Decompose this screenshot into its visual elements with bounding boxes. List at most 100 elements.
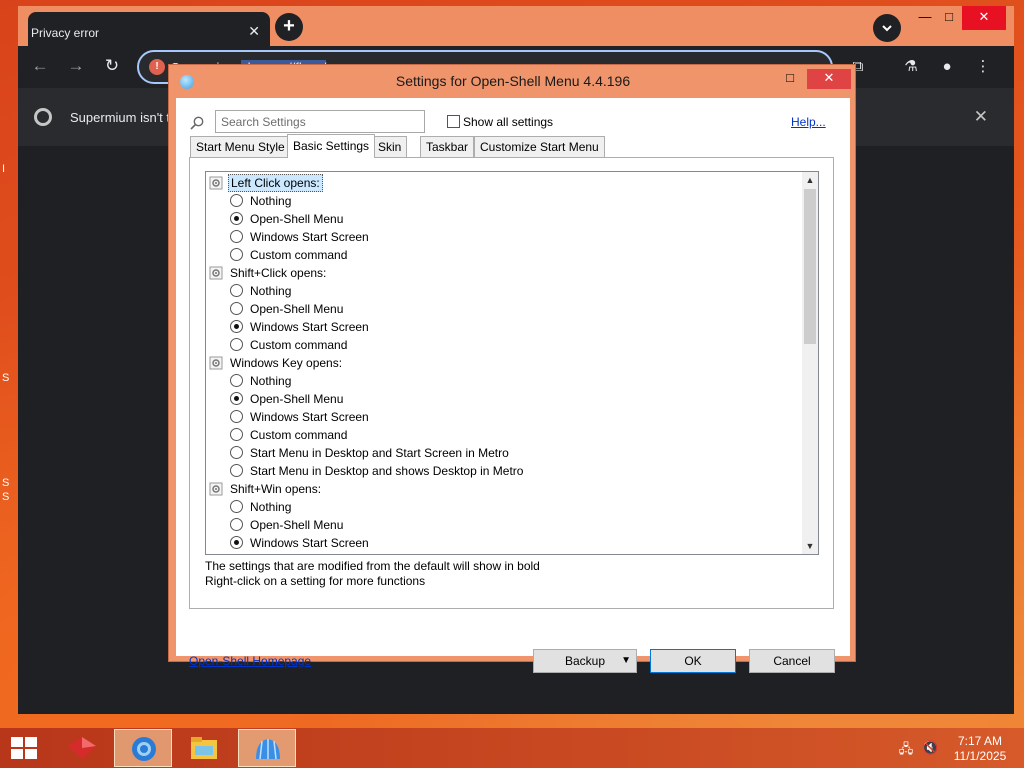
radio-button[interactable] [230, 212, 243, 225]
settings-option[interactable]: Nothing [206, 372, 802, 390]
tab-skin[interactable]: Skin [372, 136, 408, 157]
settings-group-label: Shift+Click opens: [230, 266, 327, 280]
dialog-maximize-button[interactable]: □ [775, 69, 805, 89]
backup-button[interactable]: Backup ▼ [533, 649, 637, 673]
taskbar-app-open-shell[interactable] [238, 729, 296, 767]
volume-muted-icon[interactable]: 🔇 [922, 740, 938, 756]
tab-close-icon[interactable]: ✕ [248, 23, 260, 40]
desktop-icon-label-fragment: I [2, 163, 6, 175]
radio-button[interactable] [230, 392, 243, 405]
settings-tree-list: Left Click opens: Nothing Open-Shell Menu W… [206, 172, 802, 554]
radio-button[interactable] [230, 500, 243, 513]
settings-gear-icon [209, 266, 223, 280]
radio-button[interactable] [230, 302, 243, 315]
tab-title: Privacy error [31, 26, 100, 40]
settings-option[interactable]: Windows Start Screen [206, 534, 802, 552]
search-settings-input[interactable] [215, 110, 425, 133]
open-shell-homepage-link[interactable]: Open-Shell Homepage [189, 654, 311, 668]
settings-group[interactable]: Left Click opens: [206, 174, 802, 192]
settings-group[interactable]: Shift+Win opens: [206, 480, 802, 498]
windows-start-icon[interactable] [10, 736, 38, 760]
scroll-up-icon[interactable]: ▲ [802, 172, 818, 188]
settings-option[interactable]: Nothing [206, 192, 802, 210]
tab-search-button[interactable] [873, 14, 901, 42]
settings-gear-icon [209, 176, 223, 190]
network-icon[interactable]: 🖧 [898, 740, 914, 756]
settings-option[interactable]: Windows Start Screen [206, 228, 802, 246]
radio-button[interactable] [230, 410, 243, 423]
settings-option[interactable]: Open-Shell Menu [206, 516, 802, 534]
settings-option[interactable]: Open-Shell Menu [206, 300, 802, 318]
radio-button[interactable] [230, 536, 243, 549]
back-icon[interactable]: ← [30, 56, 50, 76]
radio-button[interactable] [230, 248, 243, 261]
settings-option[interactable]: Windows Start Screen [206, 408, 802, 426]
settings-option[interactable]: Nothing [206, 282, 802, 300]
dialog-title: Settings for Open-Shell Menu 4.4.196 [395, 73, 631, 89]
radio-button[interactable] [230, 194, 243, 207]
right-click-note: Right-click on a setting for more functi… [205, 574, 426, 588]
settings-option[interactable]: Open-Shell Menu [206, 210, 802, 228]
browser-close-button[interactable]: ✕ [962, 6, 1006, 30]
taskbar: 🖧 🔇 7:17 AM 11/1/2025 [0, 728, 1024, 768]
ok-button[interactable]: OK [650, 649, 736, 673]
radio-button[interactable] [230, 374, 243, 387]
radio-button[interactable] [230, 464, 243, 477]
menu-icon[interactable]: ⋮ [972, 56, 994, 78]
taskbar-app-browser[interactable] [114, 729, 172, 767]
settings-option[interactable]: Custom command [206, 336, 802, 354]
settings-tree: Left Click opens: Nothing Open-Shell Menu W… [205, 171, 819, 555]
settings-option[interactable]: Open-Shell Menu [206, 390, 802, 408]
new-tab-button[interactable]: + [275, 13, 303, 41]
settings-option[interactable]: Start Menu in Desktop and shows Desktop … [206, 462, 802, 480]
settings-group[interactable]: Shift+Click opens: [206, 264, 802, 282]
infobar-close-icon[interactable]: ✕ [974, 107, 988, 127]
radio-button[interactable] [230, 230, 243, 243]
show-all-settings-checkbox[interactable] [447, 115, 460, 128]
system-clock[interactable]: 7:17 AM 11/1/2025 [946, 734, 1014, 764]
radio-button[interactable] [230, 320, 243, 333]
labs-icon[interactable]: ⚗ [900, 56, 922, 78]
tab-taskbar[interactable]: Taskbar [420, 136, 475, 157]
not-secure-icon[interactable]: ! [149, 59, 165, 75]
dialog-close-button[interactable]: ✕ [807, 69, 851, 89]
radio-button[interactable] [230, 428, 243, 441]
cancel-button[interactable]: Cancel [749, 649, 835, 673]
settings-group-label: Left Click opens: [228, 174, 323, 192]
browser-tab[interactable]: Privacy error ✕ [28, 12, 270, 50]
settings-group-label: Windows Key opens: [230, 356, 343, 370]
clock-date: 11/1/2025 [953, 749, 1007, 763]
scroll-thumb[interactable] [804, 189, 816, 344]
settings-option[interactable]: Start Menu in Desktop and Start Screen i… [206, 444, 802, 462]
radio-button[interactable] [230, 284, 243, 297]
settings-option-label: Open-Shell Menu [250, 302, 344, 316]
settings-option-label: Open-Shell Menu [250, 518, 344, 532]
forward-icon[interactable]: → [66, 56, 86, 76]
dialog-client: Show all settings Help... Start Menu Sty… [176, 98, 850, 673]
settings-option-label: Custom command [250, 338, 348, 352]
modified-settings-note: The settings that are modified from the … [205, 559, 540, 573]
settings-option[interactable]: Nothing [206, 498, 802, 516]
settings-option-label: Windows Start Screen [250, 230, 369, 244]
settings-option-label: Windows Start Screen [250, 410, 369, 424]
settings-option[interactable]: Windows Start Screen [206, 318, 802, 336]
radio-button[interactable] [230, 518, 243, 531]
reload-icon[interactable]: ↻ [102, 56, 122, 76]
settings-option-label: Open-Shell Menu [250, 392, 344, 406]
settings-option[interactable]: Custom command [206, 426, 802, 444]
help-link[interactable]: Help... [791, 115, 826, 129]
tab-customize-start-menu[interactable]: Customize Start Menu [474, 136, 605, 157]
settings-option-label: Custom command [250, 248, 348, 262]
profile-icon[interactable]: ● [936, 56, 958, 78]
settings-option[interactable]: Custom command [206, 246, 802, 264]
scroll-down-icon[interactable]: ▼ [802, 538, 818, 554]
radio-button[interactable] [230, 446, 243, 459]
settings-gear-icon [209, 482, 223, 496]
taskbar-app-red[interactable] [53, 729, 111, 767]
settings-group[interactable]: Windows Key opens: [206, 354, 802, 372]
taskbar-app-explorer[interactable] [175, 729, 233, 767]
tab-start-menu-style[interactable]: Start Menu Style [190, 136, 291, 157]
tab-basic-settings[interactable]: Basic Settings [287, 134, 376, 158]
radio-button[interactable] [230, 338, 243, 351]
tree-scrollbar[interactable]: ▲ ▼ [802, 172, 818, 554]
